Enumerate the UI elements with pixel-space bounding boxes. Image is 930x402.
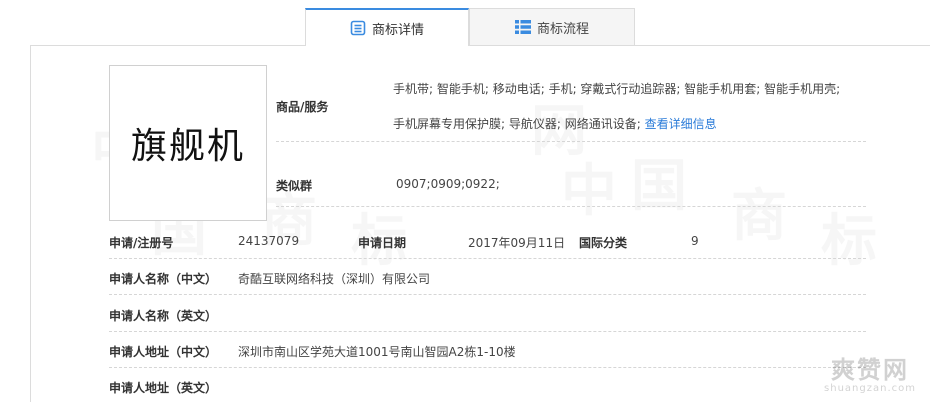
watermark-char: 商 xyxy=(731,171,787,252)
watermark-char: 中 xyxy=(561,146,617,227)
apply-date-value: 2017年09月11日 xyxy=(468,236,566,250)
goods-services-line-1: 手机带; 智能手机; 移动电话; 手机; 穿戴式行动追踪器; 智能手机用套; 智… xyxy=(393,82,841,96)
view-details-link[interactable]: 查看详细信息 xyxy=(645,117,717,131)
site-url-text: shuangzan.com xyxy=(824,383,916,394)
similar-group-label: 类似群 xyxy=(276,179,313,193)
reg-no-label: 申请/注册号 xyxy=(109,236,174,250)
tab-bar: 商标详情 商标流程 xyxy=(305,8,635,46)
row-divider xyxy=(276,206,866,207)
trademark-name: 旗舰机 xyxy=(130,126,245,167)
row-divider xyxy=(109,367,866,368)
goods-services-label: 商品/服务 xyxy=(276,100,329,114)
applicant-cn-value: 奇酷互联网络科技（深圳）有限公司 xyxy=(238,272,431,286)
similar-group-value: 0907;0909;0922; xyxy=(396,177,500,191)
address-cn-label: 申请人地址（中文） xyxy=(109,345,218,359)
row-divider xyxy=(109,258,866,259)
site-logo-text: 爽赞网 xyxy=(831,356,910,384)
goods-services-line-2: 手机屏幕专用保护膜; 导航仪器; 网络通讯设备; 查看详细信息 xyxy=(393,115,717,132)
reg-no-value: 24137079 xyxy=(238,234,300,248)
tab-label: 商标详情 xyxy=(371,22,424,38)
trademark-detail-panel: 中 国 商 标 网 中 国 商 标 旗舰机 商品/服务 手机带; 智能手机; 移… xyxy=(30,45,930,402)
applicant-cn-label: 申请人名称（中文） xyxy=(109,272,218,286)
row-divider xyxy=(109,294,866,295)
tab-trademark-process[interactable]: 商标流程 xyxy=(469,8,635,45)
address-en-label: 申请人地址（英文） xyxy=(109,381,218,395)
trademark-image: 旗舰机 xyxy=(109,65,267,221)
watermark-char: 国 xyxy=(631,141,687,222)
document-list-icon xyxy=(350,20,366,36)
watermark-char: 标 xyxy=(821,196,877,277)
list-icon xyxy=(514,20,531,34)
tab-label: 商标流程 xyxy=(536,21,589,37)
intl-class-label: 国际分类 xyxy=(579,236,628,250)
tab-trademark-details[interactable]: 商标详情 xyxy=(305,8,469,46)
row-divider xyxy=(109,331,866,332)
goods-services-text: 手机屏幕专用保护膜; 导航仪器; 网络通讯设备; xyxy=(393,117,641,131)
address-cn-value: 深圳市南山区学苑大道1001号南山智园A2栋1-10楼 xyxy=(238,345,516,359)
apply-date-label: 申请日期 xyxy=(358,236,407,250)
intl-class-value: 9 xyxy=(691,234,699,248)
site-watermark-logo: 爽赞网 shuangzan.com xyxy=(824,350,916,394)
applicant-en-label: 申请人名称（英文） xyxy=(109,309,218,323)
row-divider xyxy=(276,141,866,142)
